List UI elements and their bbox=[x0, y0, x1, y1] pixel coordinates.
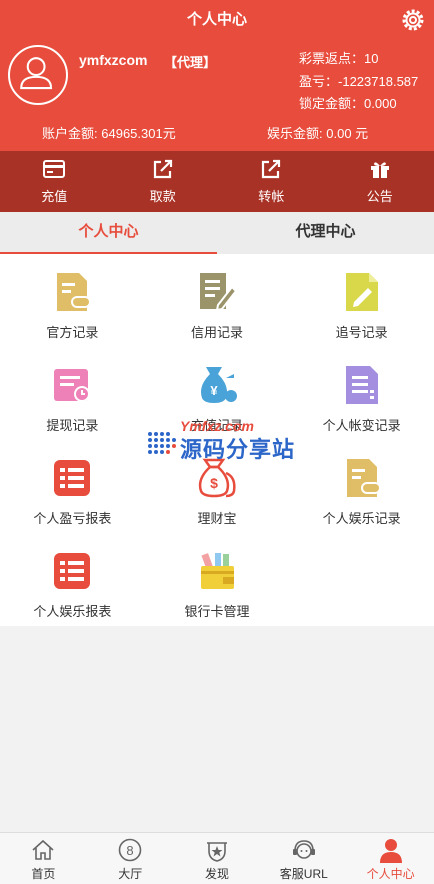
nav-home-label: 首页 bbox=[31, 867, 56, 881]
eight-ball-icon: 8 bbox=[118, 838, 142, 862]
transfer-label: 转帐 bbox=[258, 189, 285, 204]
gift-icon bbox=[370, 162, 389, 178]
game-doc-icon bbox=[346, 459, 381, 497]
nav-personal-center-label: 个人中心 bbox=[366, 867, 415, 881]
bottom-nav: 首页 8 大厅 发现 客服URL 个人中心 bbox=[0, 832, 434, 884]
withdraw-button[interactable]: 取款 bbox=[109, 151, 218, 212]
transfer-button[interactable]: 转帐 bbox=[217, 151, 326, 212]
action-bar: 充值 取款 转帐 公告 bbox=[0, 151, 434, 212]
edit-doc-icon bbox=[199, 273, 238, 312]
list-doc-icon bbox=[345, 366, 378, 404]
nav-discover[interactable]: 发现 bbox=[174, 833, 261, 884]
report-list-icon bbox=[54, 553, 91, 589]
nav-lobby[interactable]: 8 大厅 bbox=[87, 833, 174, 884]
menu-item-label: 个人帐变记录 bbox=[322, 418, 401, 433]
entertainment-balance: 娱乐金额: 0.00 元 bbox=[267, 123, 368, 142]
menu-item-label: 理财宝 bbox=[197, 511, 237, 526]
entertainment-balance-label: 娱乐金额: bbox=[267, 126, 323, 141]
external-link-icon bbox=[262, 159, 281, 179]
tab-agent-center[interactable]: 代理中心 bbox=[217, 212, 434, 254]
recharge-label: 充值 bbox=[41, 189, 68, 204]
menu-item-credit-records[interactable]: 信用记录 bbox=[145, 254, 290, 347]
external-link-icon bbox=[153, 159, 172, 179]
home-icon bbox=[32, 839, 54, 860]
rebate-value: 10 bbox=[364, 51, 379, 66]
user-role: 【代理】 bbox=[164, 55, 217, 70]
withdraw-label: 取款 bbox=[149, 189, 176, 204]
nav-lobby-label: 大厅 bbox=[118, 867, 143, 881]
game-doc-icon bbox=[57, 273, 92, 311]
tab-personal-center[interactable]: 个人中心 bbox=[0, 212, 217, 254]
announcement-label: 公告 bbox=[366, 189, 393, 204]
nav-discover-label: 发现 bbox=[204, 867, 229, 881]
menu-item-entertainment-report[interactable]: 个人娱乐报表 bbox=[0, 533, 145, 626]
profit-value: -1223718.587 bbox=[338, 74, 419, 89]
locked-value: 0.000 bbox=[364, 96, 397, 111]
report-list-icon bbox=[54, 460, 91, 496]
menu-item-label: 个人盈亏报表 bbox=[33, 511, 112, 526]
entertainment-balance-value: 0.00 元 bbox=[326, 126, 369, 141]
menu-item-label: 个人娱乐记录 bbox=[322, 511, 401, 526]
page-title: 个人中心 bbox=[186, 11, 247, 28]
menu-item-official-records[interactable]: 官方记录 bbox=[0, 254, 145, 347]
card-icon bbox=[43, 160, 66, 178]
profit-label: 盈亏： bbox=[299, 74, 339, 89]
watermark: Ymfxz.com 源码分享站 bbox=[146, 418, 296, 462]
avatar[interactable] bbox=[8, 45, 68, 105]
badge-star-icon bbox=[206, 842, 227, 862]
person-icon bbox=[379, 839, 402, 863]
tab-bar: 个人中心 代理中心 bbox=[0, 212, 434, 254]
nav-customer-service-label: 客服URL bbox=[279, 867, 328, 881]
watermark-logo-icon bbox=[148, 432, 176, 454]
headset-icon bbox=[292, 840, 315, 859]
menu-item-bank-card-management[interactable]: 银行卡管理 bbox=[145, 533, 290, 626]
nav-home[interactable]: 首页 bbox=[0, 833, 87, 884]
menu-item-label: 提现记录 bbox=[46, 418, 99, 433]
rebate-stat: 彩票返点：10 bbox=[299, 48, 378, 67]
money-bag-icon: ¥ bbox=[200, 367, 237, 403]
svg-text:$: $ bbox=[210, 475, 218, 491]
announcement-button[interactable]: 公告 bbox=[326, 151, 434, 212]
locked-label: 锁定金额： bbox=[299, 96, 365, 111]
menu-item-label: 信用记录 bbox=[190, 325, 243, 340]
account-balance-label: 账户金额: bbox=[42, 126, 98, 141]
menu-item-label: 个人娱乐报表 bbox=[33, 604, 112, 619]
nav-customer-service[interactable]: 客服URL bbox=[260, 833, 347, 884]
menu-item-chase-records[interactable]: 追号记录 bbox=[289, 254, 434, 347]
pencil-doc-icon bbox=[345, 273, 378, 311]
recharge-button[interactable]: 充值 bbox=[0, 151, 109, 212]
nav-personal-center[interactable]: 个人中心 bbox=[347, 833, 434, 884]
locked-stat: 锁定金额：0.000 bbox=[299, 93, 397, 112]
menu-item-label: 追号记录 bbox=[335, 325, 388, 340]
menu-item-account-change-records[interactable]: 个人帐变记录 bbox=[289, 347, 434, 440]
username: ymfxzcom bbox=[79, 52, 148, 68]
menu-item-label: 官方记录 bbox=[46, 325, 99, 340]
menu-item-profit-report[interactable]: 个人盈亏报表 bbox=[0, 440, 145, 533]
gear-icon[interactable] bbox=[400, 7, 426, 33]
rebate-label: 彩票返点： bbox=[299, 51, 365, 66]
profile-header: 个人中心 ymfxzcom 【代理】 彩票返点：10 盈亏：-1223718.5… bbox=[0, 0, 434, 151]
watermark-title: 源码分享站 bbox=[180, 437, 296, 462]
wallet-icon bbox=[200, 553, 234, 589]
menu-item-withdraw-records[interactable]: 提现记录 bbox=[0, 347, 145, 440]
clock-doc-icon bbox=[54, 369, 91, 402]
account-balance: 账户金额: 64965.301元 bbox=[42, 123, 176, 142]
account-balance-value: 64965.301元 bbox=[101, 126, 176, 141]
profit-stat: 盈亏：-1223718.587 bbox=[299, 71, 418, 90]
svg-text:¥: ¥ bbox=[210, 383, 218, 398]
menu-item-entertainment-records[interactable]: 个人娱乐记录 bbox=[289, 440, 434, 533]
menu-item-label: 银行卡管理 bbox=[184, 604, 250, 619]
user-icon bbox=[20, 57, 53, 90]
svg-text:8: 8 bbox=[127, 843, 134, 858]
